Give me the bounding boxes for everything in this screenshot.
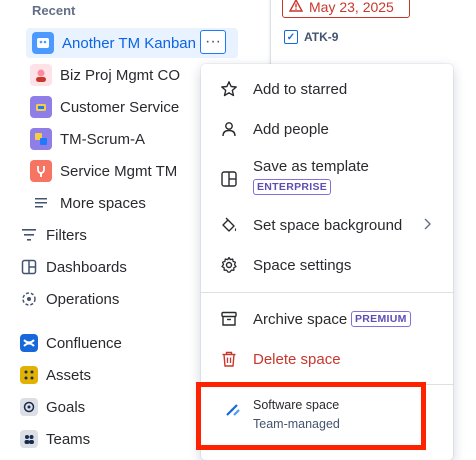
menu-item-label: Archive space bbox=[253, 310, 348, 328]
space-label: Service Mgmt TM bbox=[60, 162, 178, 180]
template-icon bbox=[219, 169, 239, 189]
menu-item-space-settings[interactable]: Space settings bbox=[201, 254, 453, 276]
enterprise-badge: ENTERPRISE bbox=[253, 179, 332, 195]
archive-icon bbox=[219, 309, 239, 329]
menu-item-add-people[interactable]: Add people bbox=[201, 118, 453, 140]
nav-filters[interactable]: Filters bbox=[20, 221, 87, 249]
ticket-key[interactable]: ✓ ATK-9 bbox=[284, 30, 338, 44]
app-teams[interactable]: Teams bbox=[20, 425, 90, 453]
due-date-text: May 23, 2025 bbox=[309, 0, 394, 15]
menu-lines-icon bbox=[30, 192, 52, 214]
person-icon bbox=[219, 119, 239, 139]
menu-item-label: Space settings bbox=[253, 256, 352, 274]
highlight-box bbox=[196, 382, 426, 450]
app-goals[interactable]: Goals bbox=[20, 393, 85, 421]
gear-icon bbox=[219, 255, 239, 275]
app-label: Assets bbox=[46, 366, 92, 384]
space-label: Another TM Kanban bbox=[62, 34, 196, 52]
more-actions-button[interactable]: ··· bbox=[200, 30, 226, 54]
nav-operations[interactable]: Operations bbox=[20, 285, 119, 313]
dashboard-icon bbox=[20, 258, 38, 276]
app-assets[interactable]: Assets bbox=[20, 361, 91, 389]
space-label: Biz Proj Mgmt CO bbox=[60, 66, 181, 84]
filter-icon bbox=[20, 226, 38, 244]
menu-item-label: Delete space bbox=[253, 350, 341, 368]
menu-item-label: Save as template bbox=[253, 158, 369, 175]
space-label: TM-Scrum-A bbox=[60, 130, 145, 148]
menu-item-archive-space[interactable]: Archive space PREMIUM bbox=[201, 308, 453, 330]
menu-item-set-space-background[interactable]: Set space background bbox=[201, 214, 453, 236]
menu-item-add-to-starred[interactable]: Add to starred bbox=[201, 78, 453, 100]
scrum-board-icon bbox=[30, 128, 52, 150]
warning-icon bbox=[288, 0, 304, 15]
kanban-board-icon bbox=[32, 32, 54, 54]
confluence-icon bbox=[20, 334, 38, 352]
recent-space-service-mgmt-tm[interactable]: Service Mgmt TM bbox=[30, 156, 177, 186]
more-spaces-label: More spaces bbox=[60, 194, 146, 212]
app-label: Confluence bbox=[46, 334, 122, 352]
person-avatar-icon bbox=[30, 64, 52, 86]
chevron-right-icon bbox=[423, 217, 431, 233]
menu-item-label: Set space background bbox=[253, 216, 403, 234]
space-label: Customer Service bbox=[60, 98, 180, 116]
premium-badge: PREMIUM bbox=[351, 311, 411, 327]
due-date-badge: May 23, 2025 bbox=[282, 0, 410, 18]
checkbox-icon: ✓ bbox=[284, 30, 298, 44]
recent-space-biz-proj-mgmt-co[interactable]: Biz Proj Mgmt CO bbox=[30, 60, 180, 90]
customer-service-icon bbox=[30, 96, 52, 118]
app-label: Goals bbox=[46, 398, 86, 416]
app-confluence[interactable]: Confluence bbox=[20, 329, 122, 357]
nav-label: Dashboards bbox=[46, 258, 127, 276]
menu-item-label: Add to starred bbox=[253, 80, 348, 98]
trash-icon bbox=[219, 349, 239, 369]
recent-space-customer-service[interactable]: Customer Service bbox=[30, 92, 179, 122]
ticket-key-label: ATK-9 bbox=[304, 30, 339, 44]
app-label: Teams bbox=[46, 430, 91, 448]
operations-icon bbox=[20, 290, 38, 308]
service-mgmt-icon bbox=[30, 160, 52, 182]
nav-label: Filters bbox=[46, 226, 87, 244]
teams-icon bbox=[20, 430, 38, 448]
menu-item-label: Add people bbox=[253, 120, 329, 138]
nav-dashboards[interactable]: Dashboards bbox=[20, 253, 127, 281]
nav-label: Operations bbox=[46, 290, 120, 308]
star-icon bbox=[219, 79, 239, 99]
paint-bucket-icon bbox=[219, 215, 239, 235]
recent-space-tm-scrum-a[interactable]: TM-Scrum-A bbox=[30, 124, 145, 154]
assets-icon bbox=[20, 366, 38, 384]
more-spaces-link[interactable]: More spaces bbox=[30, 188, 146, 218]
menu-item-save-as-template[interactable]: Save as template ENTERPRISE bbox=[201, 158, 453, 200]
menu-item-delete-space[interactable]: Delete space bbox=[201, 348, 453, 370]
goals-icon bbox=[20, 398, 38, 416]
recent-section-title: Recent bbox=[32, 3, 76, 18]
menu-divider bbox=[201, 292, 453, 293]
